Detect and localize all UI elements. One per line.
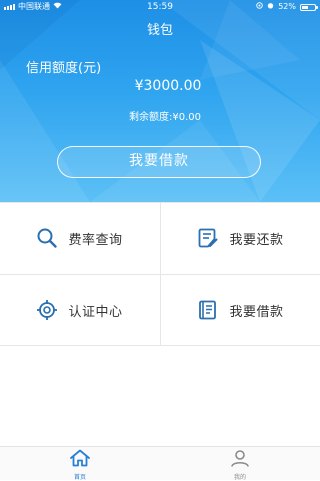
alarm-icon	[267, 0, 274, 14]
credit-limit-amount: ¥3000.00	[134, 78, 202, 94]
menu-repay[interactable]: 我要还款	[161, 203, 320, 273]
battery-icon	[300, 3, 318, 11]
menu-verification-center[interactable]: 认证中心	[0, 275, 159, 345]
remaining-credit: 剩余额度:¥0.00	[129, 112, 201, 123]
home-icon	[69, 449, 91, 471]
borrow-button[interactable]: 我要借款	[57, 146, 261, 178]
search-icon	[36, 227, 58, 249]
menu-borrow[interactable]: 我要借款	[161, 275, 320, 345]
menu-label: 认证中心	[68, 304, 123, 320]
tab-home[interactable]: 首页	[50, 449, 110, 481]
menu-label: 我要借款	[229, 304, 284, 320]
target-icon	[36, 299, 58, 321]
tab-mine[interactable]: 我的	[210, 449, 270, 481]
bottom-tab-bar: 首页 我的	[0, 446, 320, 481]
credit-limit-label: 信用额度(元)	[26, 61, 102, 76]
user-icon	[229, 449, 251, 471]
borrow-book-icon	[197, 299, 219, 321]
menu-rate-query[interactable]: 费率查询	[0, 203, 159, 273]
location-icon	[256, 0, 263, 14]
wallet-header: 中国联通 15:59 52% 钱包 信用额度(元) ¥3000.00 剩余额度:…	[0, 0, 320, 202]
page-title: 钱包	[146, 23, 173, 38]
feature-grid: 费率查询 我要还款 认证中心 我要借款	[0, 202, 320, 346]
status-bar: 中国联通 15:59 52%	[0, 0, 320, 14]
battery-percent: 52%	[278, 2, 296, 11]
repay-icon	[197, 227, 219, 249]
menu-label: 费率查询	[68, 232, 123, 248]
menu-label: 我要还款	[229, 232, 284, 248]
